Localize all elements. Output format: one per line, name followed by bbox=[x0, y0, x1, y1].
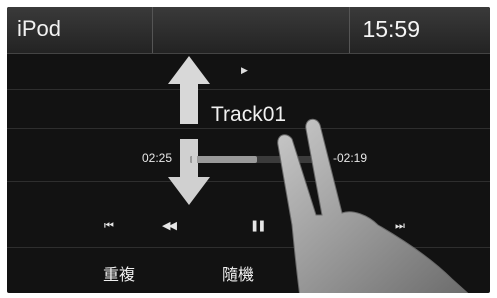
head-unit-screen: iPod 15:59 ▶ Track01 02:25 -02:19 ⏮ ◀◀ ❚… bbox=[7, 7, 490, 293]
hand-gesture-icon bbox=[277, 118, 469, 293]
play-status-icon: ▶ bbox=[241, 66, 248, 76]
previous-track-icon[interactable]: ⏮ bbox=[104, 219, 114, 233]
swipe-down-arrow-icon bbox=[168, 139, 210, 205]
repeat-button[interactable]: 重複 bbox=[103, 261, 135, 285]
header-bar: iPod 15:59 bbox=[7, 7, 490, 54]
shuffle-button[interactable]: 隨機 bbox=[222, 261, 254, 285]
pause-icon[interactable]: ❚❚ bbox=[250, 219, 267, 232]
source-title: iPod bbox=[17, 16, 62, 41]
row-divider bbox=[7, 89, 490, 90]
elapsed-time: 02:25 bbox=[142, 151, 173, 165]
progress-fill bbox=[190, 156, 258, 163]
rewind-icon[interactable]: ◀◀ bbox=[162, 219, 177, 232]
clock-time: 15:59 bbox=[362, 16, 420, 42]
device-bezel: iPod 15:59 ▶ Track01 02:25 -02:19 ⏮ ◀◀ ❚… bbox=[0, 0, 497, 298]
swipe-up-arrow-icon bbox=[168, 56, 210, 124]
progress-handle[interactable] bbox=[192, 152, 197, 167]
